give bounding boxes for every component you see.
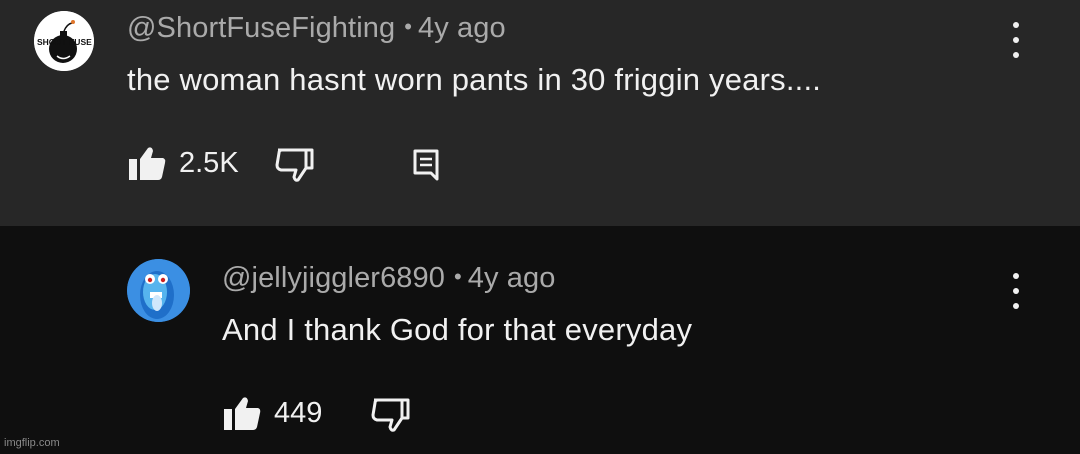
comment-username[interactable]: @ShortFuseFighting bbox=[127, 12, 395, 44]
thumbs-up-icon bbox=[129, 147, 166, 180]
thumbs-down-icon bbox=[371, 398, 410, 432]
dislike-button[interactable] bbox=[275, 148, 315, 182]
comment-text: the woman hasnt worn pants in 30 friggin… bbox=[127, 62, 822, 97]
reply-thread: @jellyjiggler6890 • 4y ago And I thank God… bbox=[0, 226, 1080, 454]
reply-comment-icon bbox=[413, 149, 439, 181]
reply-meta: @jellyjiggler6890 • 4y ago bbox=[222, 262, 555, 295]
meta-separator: • bbox=[404, 14, 413, 39]
comment-thread: SHORT FUSE @ShortFuseFighting • 4y ago the… bbox=[0, 0, 1080, 226]
blue-cartoon-face-avatar-icon bbox=[127, 259, 190, 322]
watermark: imgflip.com bbox=[4, 437, 60, 449]
comments-screen: SHORT FUSE @ShortFuseFighting • 4y ago the… bbox=[0, 0, 1080, 454]
comment-meta: @ShortFuseFighting • 4y ago bbox=[127, 12, 506, 45]
reply-username[interactable]: @jellyjiggler6890 bbox=[222, 262, 445, 294]
like-count: 449 bbox=[274, 396, 323, 429]
more-vertical-icon[interactable] bbox=[1006, 269, 1026, 313]
avatar[interactable] bbox=[127, 259, 190, 322]
like-button[interactable]: 449 bbox=[224, 396, 322, 430]
reply-age[interactable]: 4y ago bbox=[468, 262, 556, 294]
reply-button[interactable] bbox=[413, 149, 439, 181]
avatar[interactable]: SHORT FUSE bbox=[34, 11, 94, 71]
thumbs-down-icon bbox=[275, 148, 314, 182]
avatar-logo-text-left: SHORT FUSE bbox=[37, 37, 92, 47]
more-vertical-icon[interactable] bbox=[1006, 18, 1026, 62]
thumbs-up-icon bbox=[224, 397, 261, 430]
dislike-button[interactable] bbox=[371, 398, 411, 432]
reply-text: And I thank God for that everyday bbox=[222, 312, 693, 347]
meta-separator: • bbox=[453, 264, 462, 289]
like-count: 2.5K bbox=[179, 146, 239, 179]
like-button[interactable]: 2.5K bbox=[129, 146, 239, 180]
bomb-logo-avatar-icon: SHORT FUSE bbox=[34, 11, 94, 71]
comment-age[interactable]: 4y ago bbox=[418, 12, 506, 44]
